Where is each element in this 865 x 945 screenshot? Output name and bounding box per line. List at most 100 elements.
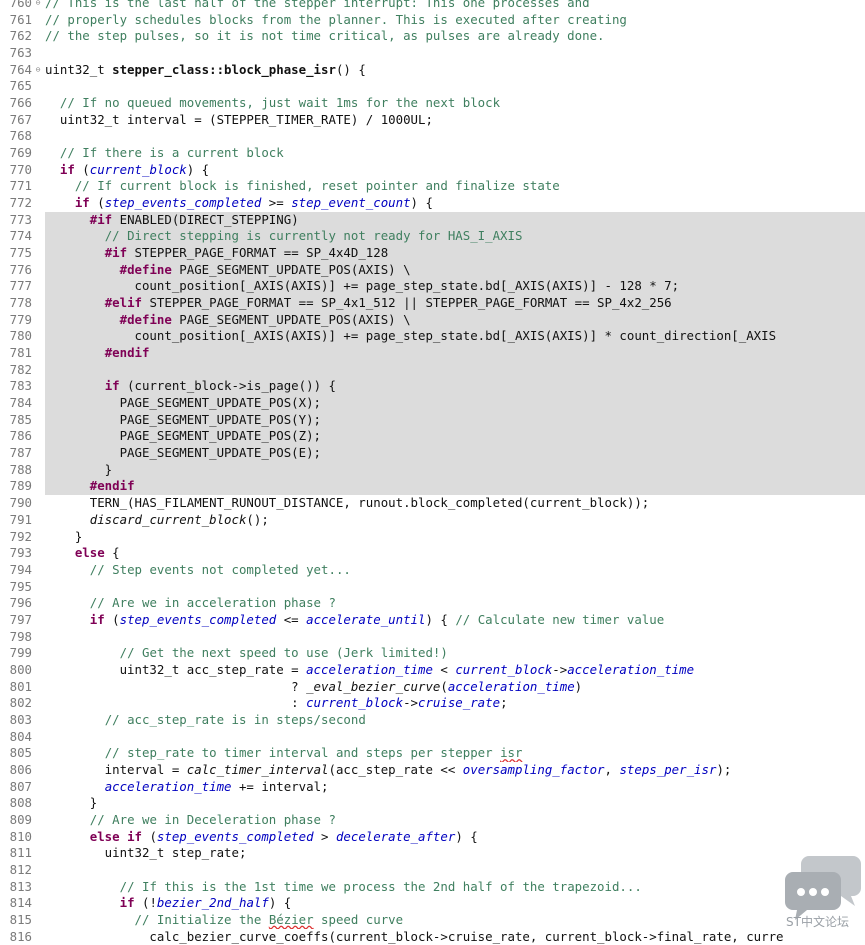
line-number: 785 [9, 411, 32, 427]
code-token: #define [119, 261, 172, 277]
code-line[interactable]: 793 else { [0, 545, 865, 562]
code-token: // If no queued movements, just wait 1ms… [59, 95, 501, 111]
code-line[interactable]: 785 PAGE_SEGMENT_UPDATE_POS(Y); [0, 411, 865, 429]
code-text: #define PAGE_SEGMENT_UPDATE_POS(AXIS) \ [45, 261, 865, 279]
code-line[interactable]: 804 [0, 729, 865, 746]
code-line[interactable]: 784 PAGE_SEGMENT_UPDATE_POS(X); [0, 395, 865, 412]
line-number: 807 [9, 778, 32, 794]
code-line[interactable]: 786 PAGE_SEGMENT_UPDATE_POS(Z); [0, 428, 865, 446]
code-line[interactable]: 797 if (step_events_completed <= acceler… [0, 612, 865, 629]
code-line[interactable]: 787 PAGE_SEGMENT_UPDATE_POS(E); [0, 445, 865, 462]
line-number: 796 [9, 595, 32, 611]
code-line[interactable]: 805 // step_rate to timer interval and s… [0, 745, 865, 762]
line-number: 815 [9, 911, 32, 927]
code-token: calc_timer_interval [186, 761, 329, 777]
code-line[interactable]: 764 ⊖ uint32_t stepper_class::block_phase_… [0, 62, 865, 79]
code-line[interactable]: 808 } [0, 795, 865, 812]
line-number: 781 [9, 345, 32, 361]
code-line[interactable]: 806 interval = calc_timer_interval(acc_s… [0, 762, 865, 779]
code-token: PAGE_SEGMENT_UPDATE_POS(E); [45, 445, 322, 461]
code-editor[interactable]: 760 ⊖// This is the last half of the step… [0, 0, 865, 945]
code-line[interactable]: 810 else if (step_events_completed > dec… [0, 829, 865, 846]
code-token: step_events_completed [156, 828, 314, 844]
code-line[interactable]: 800 uint32_t acc_step_rate = acceleratio… [0, 662, 865, 679]
code-line[interactable]: 760 ⊖// This is the last half of the step… [0, 0, 865, 12]
code-token: step_event_count [291, 195, 411, 211]
line-number: 773 [9, 211, 32, 227]
code-line[interactable]: 791 discard_current_block(); [0, 512, 865, 529]
line-number: 794 [9, 561, 32, 577]
code-line[interactable]: 790 TERN_(HAS_FILAMENT_RUNOUT_DISTANCE, … [0, 495, 865, 512]
watermark-text: ST中文论坛 [786, 915, 849, 929]
code-line[interactable]: 772 if (step_events_completed >= step_ev… [0, 195, 865, 212]
code-token: step_events_completed [119, 611, 277, 627]
code-line[interactable]: 773 #if ENABLED(DIRECT_STEPPING) [0, 211, 865, 229]
fold-toggle-icon[interactable]: ⊖ [32, 0, 44, 12]
code-line[interactable]: 779 #define PAGE_SEGMENT_UPDATE_POS(AXIS… [0, 311, 865, 329]
code-line[interactable]: 768 [0, 128, 865, 145]
code-line[interactable]: 798 [0, 629, 865, 646]
code-line[interactable]: 775 #if STEPPER_PAGE_FORMAT == SP_4x4D_1… [0, 245, 865, 262]
code-line[interactable]: 809 // Are we in Deceleration phase ? [0, 812, 865, 829]
code-token: , [604, 761, 620, 777]
code-line[interactable]: 811 uint32_t step_rate; [0, 845, 865, 862]
code-token: uint32_t step_rate; [45, 845, 247, 861]
line-number: 806 [9, 761, 32, 777]
code-line[interactable]: 774 // Direct stepping is currently not … [0, 228, 865, 246]
code-line[interactable]: 794 // Step events not completed yet... [0, 562, 865, 579]
code-line[interactable]: 801 ? _eval_bezier_curve(acceleration_ti… [0, 679, 865, 696]
code-line[interactable]: 765 [0, 78, 865, 95]
code-line[interactable]: 780 count_position[_AXIS(AXIS)] += page_… [0, 328, 865, 346]
code-line[interactable]: 795 [0, 579, 865, 596]
code-line[interactable]: 778 #elif STEPPER_PAGE_FORMAT == SP_4x1_… [0, 295, 865, 312]
code-line[interactable]: 796 // Are we in acceleration phase ? [0, 595, 865, 612]
line-number: 772 [9, 195, 32, 211]
code-line[interactable]: 763 [0, 45, 865, 62]
line-number: 793 [9, 545, 32, 561]
code-text: // If current block is finished, reset p… [45, 178, 865, 195]
code-line[interactable]: 803 // acc_step_rate is in steps/second [0, 712, 865, 729]
code-line[interactable]: 815 // Initialize the Bézier speed curve [0, 912, 865, 929]
code-line[interactable]: 776 #define PAGE_SEGMENT_UPDATE_POS(AXIS… [0, 261, 865, 279]
code-line[interactable]: 807 acceleration_time += interval; [0, 779, 865, 796]
code-line[interactable]: 781 #endif [0, 345, 865, 362]
line-number: 777 [9, 278, 32, 294]
code-line[interactable]: 770 if (current_block) { [0, 162, 865, 179]
code-text: // Direct stepping is currently not read… [45, 228, 865, 246]
code-line[interactable]: 812 [0, 862, 865, 879]
code-token: acceleration_time [447, 678, 575, 694]
code-token: ENABLED(DIRECT_STEPPING) [112, 211, 299, 227]
code-line[interactable]: 802 : current_block->cruise_rate; [0, 695, 865, 712]
code-line[interactable]: 782 [0, 361, 865, 379]
code-line[interactable]: 762 // the step pulses, so it is not time… [0, 28, 865, 45]
code-token: } [45, 528, 83, 544]
code-line[interactable]: 761 // properly schedules blocks from the… [0, 12, 865, 29]
code-line[interactable]: 783 if (current_block->is_page()) { [0, 378, 865, 396]
code-line[interactable]: 799 // Get the next speed to use (Jerk l… [0, 645, 865, 662]
fold-toggle-icon[interactable]: ⊖ [32, 62, 44, 79]
code-line[interactable]: 771 // If current block is finished, res… [0, 178, 865, 195]
line-number: 797 [9, 611, 32, 627]
code-line[interactable]: 767 uint32_t interval = (STEPPER_TIMER_R… [0, 112, 865, 129]
code-line[interactable]: 769 // If there is a current block [0, 145, 865, 162]
code-line[interactable]: 777 count_position[_AXIS(AXIS)] += page_… [0, 278, 865, 296]
code-line[interactable]: 789 #endif [0, 478, 865, 496]
code-line[interactable]: 788 } [0, 461, 865, 479]
line-number: 768 [9, 128, 32, 144]
code-line[interactable]: 813 // If this is the 1st time we proces… [0, 879, 865, 896]
code-line[interactable]: 766 // If no queued movements, just wait… [0, 95, 865, 112]
line-number: 789 [9, 478, 32, 494]
code-line[interactable]: 814 if (!bezier_2nd_half) { [0, 895, 865, 912]
code-text: // Are we in Deceleration phase ? [45, 812, 865, 829]
code-token: interval = [45, 761, 187, 777]
code-line[interactable]: 792 } [0, 529, 865, 546]
